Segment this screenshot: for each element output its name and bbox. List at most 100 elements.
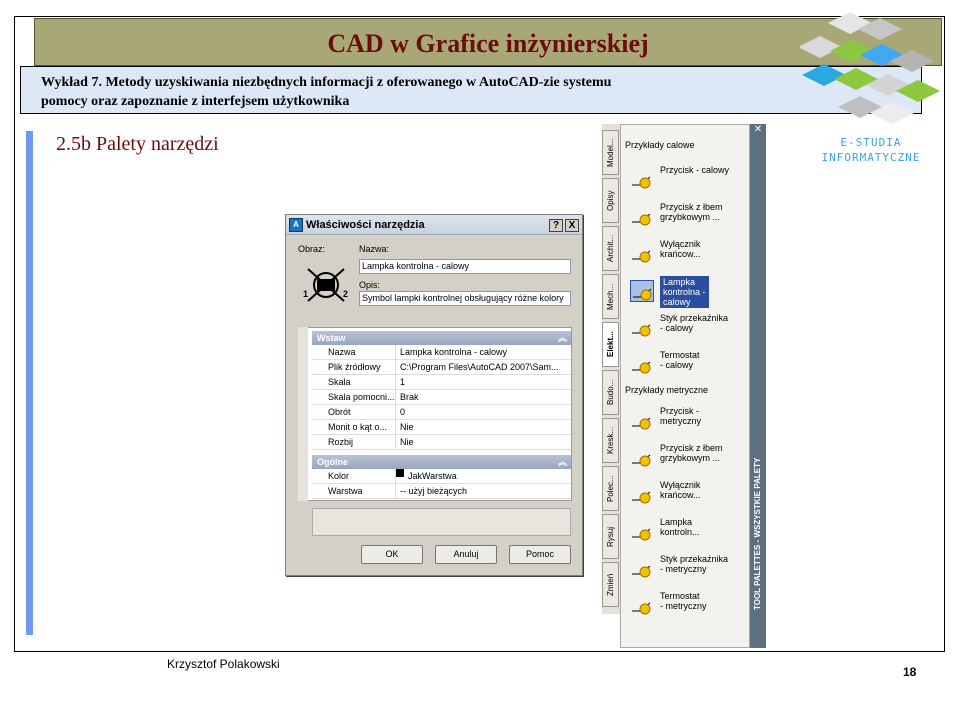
- palette-tool-item[interactable]: Wyłącznik krańcow...: [630, 237, 740, 271]
- close-button[interactable]: X: [565, 219, 579, 232]
- group-general[interactable]: Ogólne ︽: [312, 455, 571, 469]
- tool-symbol-icon: [630, 484, 654, 506]
- palette-tool-item[interactable]: Przycisk z łbem grzybkowym ...: [630, 200, 740, 234]
- collapse-icon[interactable]: ︽: [558, 455, 567, 469]
- property-value[interactable]: JakWarstwa: [408, 469, 571, 483]
- property-row[interactable]: Plik źródłowy C:\Program Files\AutoCAD 20…: [312, 360, 571, 375]
- dialog-titlebar: A Właściwości narzędzia: [286, 215, 582, 235]
- property-name: Obrót: [312, 405, 396, 419]
- description-label: Opis:: [359, 280, 381, 290]
- property-value[interactable]: Lampka kontrolna - calowy: [396, 345, 571, 359]
- image-label: Obraz:: [298, 244, 326, 254]
- property-row[interactable]: Monit o kąt o... Nie: [312, 420, 571, 435]
- tool-label-line: Lampka: [660, 517, 693, 527]
- palette-tool-item[interactable]: Lampka kontroln...: [630, 515, 740, 549]
- property-value[interactable]: Brak: [396, 390, 571, 404]
- tool-label-line: krańcow...: [660, 490, 701, 500]
- tool-symbol-icon: [630, 243, 654, 265]
- property-value[interactable]: 1: [396, 375, 571, 389]
- palette-tool-item[interactable]: Przycisk - calowy: [630, 163, 740, 197]
- tool-symbol-icon: [630, 521, 654, 543]
- palette-tool-item[interactable]: Wyłącznik krańcow...: [630, 478, 740, 512]
- palette-title: TOOL PALETTES - WSZYSTKIE PALETY: [753, 457, 762, 611]
- property-row[interactable]: Skala 1: [312, 375, 571, 390]
- palette-tab[interactable]: Kresk...: [602, 418, 619, 463]
- property-value[interactable]: C:\Program Files\AutoCAD 2007\Sam...: [396, 360, 571, 374]
- tool-label: Przycisk - calowy: [660, 165, 729, 175]
- palette-tab[interactable]: Zmień: [602, 562, 619, 607]
- property-name: Warstwa: [312, 484, 396, 498]
- palette-tab[interactable]: Mech...: [602, 274, 619, 319]
- tool-label-line: Lampka: [663, 277, 696, 287]
- property-name: Nazwa: [312, 345, 396, 359]
- logo-text: E-STUDIA INFORMATYCZNE: [820, 135, 922, 165]
- group-general-label: Ogólne: [317, 457, 348, 467]
- palette-tool-item[interactable]: Lampka kontrolna - calowy: [630, 274, 740, 308]
- subtitle-line-1: Wykład 7. Metody uzyskiwania niezbędnych…: [41, 75, 612, 90]
- help-dialog-button[interactable]: Pomoc: [509, 545, 571, 564]
- tool-label: Wyłącznik krańcow...: [660, 239, 701, 259]
- grid-scrollbar[interactable]: [298, 327, 308, 501]
- tool-label: Lampka kontroln...: [660, 517, 700, 537]
- property-row[interactable]: Obrót 0: [312, 405, 571, 420]
- property-row[interactable]: Warstwa -- użyj bieżących: [312, 484, 571, 499]
- group-insert[interactable]: Wstaw ︽: [312, 331, 571, 345]
- palette-tab[interactable]: Archit...: [602, 226, 619, 271]
- property-row[interactable]: Rozbij Nie: [312, 435, 571, 450]
- tool-label-line: Przycisk - calowy: [660, 165, 730, 175]
- palette-tool-item[interactable]: Przycisk - metryczny: [630, 404, 740, 438]
- palette-tab[interactable]: Rysuj: [602, 514, 619, 559]
- tool-label: Wyłącznik krańcow...: [660, 480, 701, 500]
- tool-label-line: - calowy: [660, 360, 694, 370]
- palette-tool-item[interactable]: Styk przekaźnika - metryczny: [630, 552, 740, 586]
- tool-label: Lampka kontrolna - calowy: [660, 276, 709, 308]
- tool-label-line: Styk przekaźnika: [660, 313, 729, 323]
- tool-label-line: Termostat: [660, 591, 700, 601]
- description-field[interactable]: Symbol lampki kontrolnej obsługujący róż…: [359, 291, 571, 306]
- property-row[interactable]: Skala pomocni... Brak: [312, 390, 571, 405]
- tool-label-line: calowy: [663, 297, 691, 307]
- property-value[interactable]: Nie: [396, 420, 571, 434]
- palette-tab[interactable]: Elekt...: [602, 322, 619, 367]
- autocad-icon: A: [289, 217, 303, 232]
- slide-subtitle: Wykład 7. Metody uzyskiwania niezbędnych…: [20, 66, 922, 114]
- palette-tool-item[interactable]: Termostat - metryczny: [630, 589, 740, 623]
- name-field[interactable]: Lampka kontrolna - calowy: [359, 259, 571, 274]
- tool-label: Termostat - metryczny: [660, 591, 707, 611]
- tool-symbol-icon: [630, 558, 654, 580]
- tool-label-line: Styk przekaźnika: [660, 554, 729, 564]
- tool-symbol-icon: [630, 169, 654, 191]
- palette-tool-item[interactable]: Styk przekaźnika - calowy: [630, 311, 740, 345]
- tool-symbol-icon: [630, 595, 654, 617]
- property-row[interactable]: Nazwa Lampka kontrolna - calowy: [312, 345, 571, 360]
- section-heading: 2.5b Palety narzędzi: [56, 133, 219, 155]
- tool-label-line: - calowy: [660, 323, 694, 333]
- property-row[interactable]: Kolor JakWarstwa: [312, 469, 571, 484]
- collapse-icon[interactable]: ︽: [558, 331, 567, 345]
- property-value[interactable]: 0: [396, 405, 571, 419]
- help-button[interactable]: ?: [549, 219, 563, 232]
- palette-tool-item[interactable]: Termostat - calowy: [630, 348, 740, 382]
- logo-line-2: INFORMATYCZNE: [821, 151, 921, 164]
- palette-tab[interactable]: Budo...: [602, 370, 619, 415]
- tool-label: Przycisk z łbem grzybkowym ...: [660, 443, 723, 463]
- group-insert-label: Wstaw: [317, 333, 346, 343]
- close-icon[interactable]: ✕: [750, 124, 766, 135]
- property-description-box: [312, 508, 571, 536]
- palette-tab[interactable]: Polec...: [602, 466, 619, 511]
- property-name: Monit o kąt o...: [312, 420, 396, 434]
- palette-titlebar[interactable]: ✕ TOOL PALETTES - WSZYSTKIE PALETY: [750, 124, 766, 648]
- property-value[interactable]: Nie: [396, 435, 571, 449]
- lamp-symbol-icon[interactable]: [300, 263, 352, 309]
- cancel-button[interactable]: Anuluj: [435, 545, 497, 564]
- tool-symbol-icon: [630, 354, 654, 376]
- palette-tab[interactable]: Model...: [602, 130, 619, 175]
- tool-label: Przycisk - metryczny: [660, 406, 701, 426]
- property-value[interactable]: -- użyj bieżących: [396, 484, 571, 498]
- palette-tab[interactable]: Opisy: [602, 178, 619, 223]
- palette-tabs: Model... Opisy Archit... Mech... Elekt... Bud…: [602, 124, 620, 614]
- property-name: Rozbij: [312, 435, 396, 449]
- ok-button[interactable]: OK: [361, 545, 423, 564]
- palette-tool-item[interactable]: Przycisk z łbem grzybkowym ...: [630, 441, 740, 475]
- tool-label-line: Przycisk z łbem: [660, 443, 723, 453]
